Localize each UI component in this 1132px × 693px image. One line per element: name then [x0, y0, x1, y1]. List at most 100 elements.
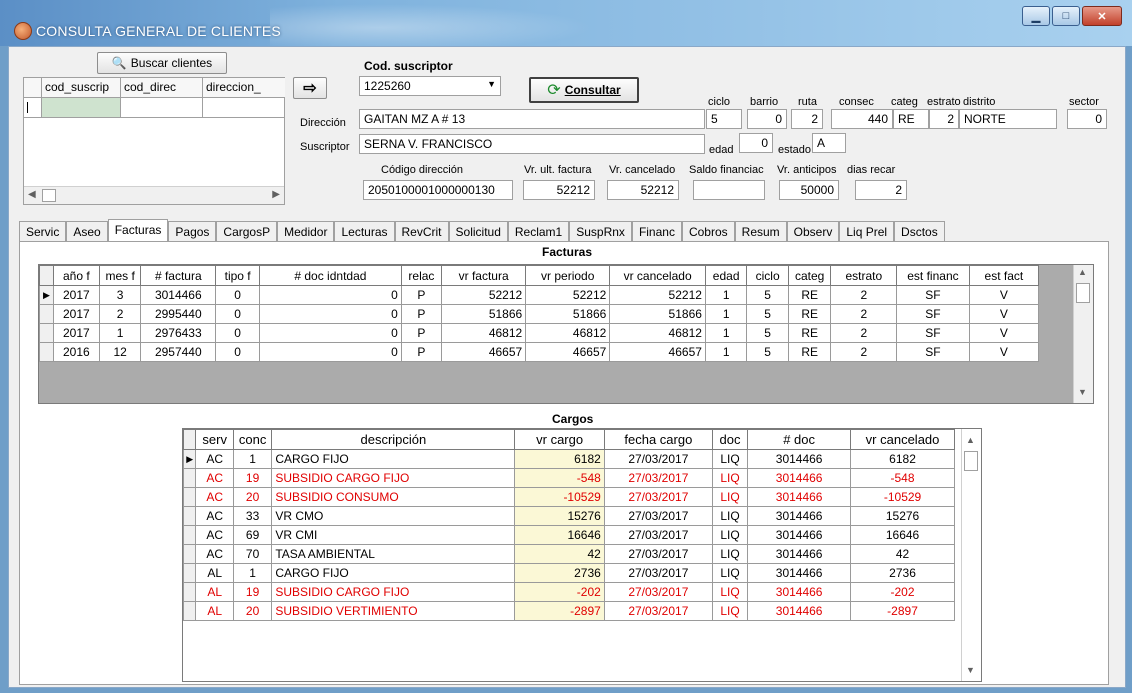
cargos-cell[interactable]: SUBSIDIO CARGO FIJO — [271, 468, 516, 488]
facturas-cell[interactable]: 51866 — [525, 304, 611, 324]
cargos-cell[interactable]: 27/03/2017 — [603, 601, 713, 621]
facturas-cell[interactable]: RE — [787, 323, 832, 343]
facturas-cell[interactable]: 1 — [704, 323, 748, 343]
cargos-cell[interactable]: AC — [195, 506, 234, 526]
facturas-cell[interactable]: 46657 — [609, 342, 706, 362]
chevron-down-icon[interactable]: ▼ — [487, 79, 496, 89]
facturas-grid[interactable]: año f mes f # factura tipo f # doc idntdad re… — [38, 264, 1094, 404]
cod-suscriptor-select[interactable]: 1225260 ▼ — [359, 76, 501, 96]
cargos-cell[interactable]: CARGO FIJO — [271, 563, 516, 583]
facturas-col-header[interactable]: año f — [52, 265, 100, 286]
facturas-cell[interactable]: RE — [787, 285, 832, 305]
close-button[interactable]: ✕ — [1082, 6, 1122, 26]
ciclo-field[interactable]: 5 — [706, 109, 742, 129]
cargos-cell[interactable]: AC — [195, 544, 234, 564]
edad-field[interactable]: 0 — [739, 133, 773, 153]
cargos-col-header[interactable]: vr cancelado — [850, 429, 955, 450]
barrio-field[interactable]: 0 — [747, 109, 787, 129]
cargos-cell[interactable]: LIQ — [711, 487, 749, 507]
cargos-cell[interactable]: 6182 — [514, 449, 605, 469]
cargos-cell[interactable]: -548 — [850, 468, 955, 488]
facturas-row[interactable]: 2016 12 2957440 0 0 P 46657 46657 46657 1 5 RE 2 SF V — [39, 342, 1040, 362]
cargos-cell[interactable]: 3014466 — [747, 601, 852, 621]
cargos-cell[interactable]: 19 — [232, 468, 273, 488]
tab-servic[interactable]: Servic — [19, 221, 67, 241]
cargos-cell[interactable]: AC — [195, 449, 234, 469]
cargos-cell[interactable]: 19 — [232, 582, 273, 602]
scroll-up-icon[interactable]: ▲ — [1078, 267, 1087, 277]
sector-field[interactable]: 0 — [1067, 109, 1107, 129]
facturas-cell[interactable]: 0 — [259, 304, 402, 324]
cargos-cell[interactable]: -202 — [850, 582, 955, 602]
facturas-cell[interactable]: 5 — [746, 323, 789, 343]
tab-medidor[interactable]: Medidor — [277, 221, 335, 241]
direccion-field[interactable]: GAITAN MZ A # 13 — [359, 109, 705, 129]
cargos-cell[interactable]: VR CMO — [271, 506, 516, 526]
cargos-row[interactable]: AL 20 SUBSIDIO VERTIMIENTO -2897 27/03/2017 L… — [183, 601, 955, 621]
cargos-row[interactable]: AL 1 CARGO FIJO 2736 27/03/2017 LIQ 3014466 273… — [183, 563, 955, 583]
cargos-cell[interactable]: AL — [195, 582, 234, 602]
facturas-col-header[interactable]: mes f — [98, 265, 142, 286]
facturas-cell[interactable]: 52212 — [525, 285, 611, 305]
scroll-down-icon[interactable]: ▼ — [966, 665, 975, 675]
facturas-cell[interactable]: 0 — [215, 304, 261, 324]
facturas-col-header[interactable]: est fact — [968, 265, 1040, 286]
cargos-cell[interactable]: AC — [195, 487, 234, 507]
cargos-row[interactable]: AC 20 SUBSIDIO CONSUMO -10529 27/03/2017 LIQ 3… — [183, 487, 955, 507]
cargos-cell[interactable]: 6182 — [850, 449, 955, 469]
cargos-cell[interactable]: -2897 — [514, 601, 605, 621]
cargos-cell[interactable]: -202 — [514, 582, 605, 602]
cargos-grid[interactable]: serv conc descripción vr cargo fecha cargo do… — [182, 428, 982, 682]
facturas-col-header[interactable]: vr periodo — [525, 265, 611, 286]
facturas-col-header[interactable]: ciclo — [746, 265, 789, 286]
estrato-field[interactable]: 2 — [929, 109, 959, 129]
cargos-cell[interactable]: AL — [195, 601, 234, 621]
facturas-cell[interactable]: 46657 — [441, 342, 527, 362]
cargos-cell[interactable]: LIQ — [711, 601, 749, 621]
facturas-col-header[interactable]: relac — [400, 265, 443, 286]
facturas-cell[interactable]: 0 — [259, 285, 402, 305]
facturas-cell[interactable]: 5 — [746, 285, 789, 305]
cargos-cell[interactable]: 3014466 — [747, 582, 852, 602]
cargos-cell[interactable]: -2897 — [850, 601, 955, 621]
cell[interactable] — [203, 98, 285, 118]
scroll-thumb[interactable] — [964, 451, 978, 471]
facturas-col-header[interactable]: edad — [704, 265, 748, 286]
cargos-cell[interactable]: 27/03/2017 — [603, 582, 713, 602]
facturas-col-header[interactable]: vr cancelado — [609, 265, 706, 286]
cargos-cell[interactable]: AC — [195, 468, 234, 488]
cargos-cell[interactable]: -10529 — [514, 487, 605, 507]
ruta-field[interactable]: 2 — [791, 109, 823, 129]
distrito-field[interactable]: NORTE — [959, 109, 1057, 129]
facturas-cell[interactable]: 1 — [98, 323, 142, 343]
cargos-cell[interactable]: 20 — [232, 487, 273, 507]
facturas-col-header[interactable]: estrato — [830, 265, 898, 286]
facturas-cell[interactable]: SF — [896, 342, 970, 362]
facturas-cell[interactable]: 52212 — [609, 285, 706, 305]
col-cod-suscrip[interactable]: cod_suscrip — [42, 78, 121, 98]
facturas-cell[interactable]: V — [968, 323, 1040, 343]
facturas-cell[interactable]: 2 — [830, 342, 898, 362]
cargos-row[interactable]: AC 70 TASA AMBIENTAL 42 27/03/2017 LIQ 3014466… — [183, 544, 955, 564]
cargos-cell[interactable]: LIQ — [711, 449, 749, 469]
saldo-financiac-field[interactable] — [693, 180, 765, 200]
facturas-cell[interactable]: SF — [896, 285, 970, 305]
facturas-col-header[interactable]: tipo f — [215, 265, 261, 286]
tab-cobros[interactable]: Cobros — [681, 221, 735, 241]
facturas-cell[interactable]: 2017 — [52, 323, 100, 343]
tab-solicitud[interactable]: Solicitud — [448, 221, 508, 241]
facturas-cell[interactable]: 2016 — [52, 342, 100, 362]
cargos-cell[interactable]: 70 — [232, 544, 273, 564]
tab-resum[interactable]: Resum — [734, 221, 787, 241]
cargos-cell[interactable]: 69 — [232, 525, 273, 545]
go-button[interactable]: ⇨ — [293, 77, 327, 99]
vr-anticipos-field[interactable]: 50000 — [779, 180, 839, 200]
facturas-cell[interactable]: 46657 — [525, 342, 611, 362]
col-direccion[interactable]: direccion_ — [203, 78, 285, 98]
cargos-cell[interactable]: SUBSIDIO CONSUMO — [271, 487, 516, 507]
scroll-thumb[interactable] — [42, 189, 56, 202]
facturas-cell[interactable]: P — [400, 304, 443, 324]
facturas-cell[interactable]: V — [968, 285, 1040, 305]
facturas-cell[interactable]: 0 — [259, 342, 402, 362]
cell-selected[interactable] — [42, 98, 121, 118]
